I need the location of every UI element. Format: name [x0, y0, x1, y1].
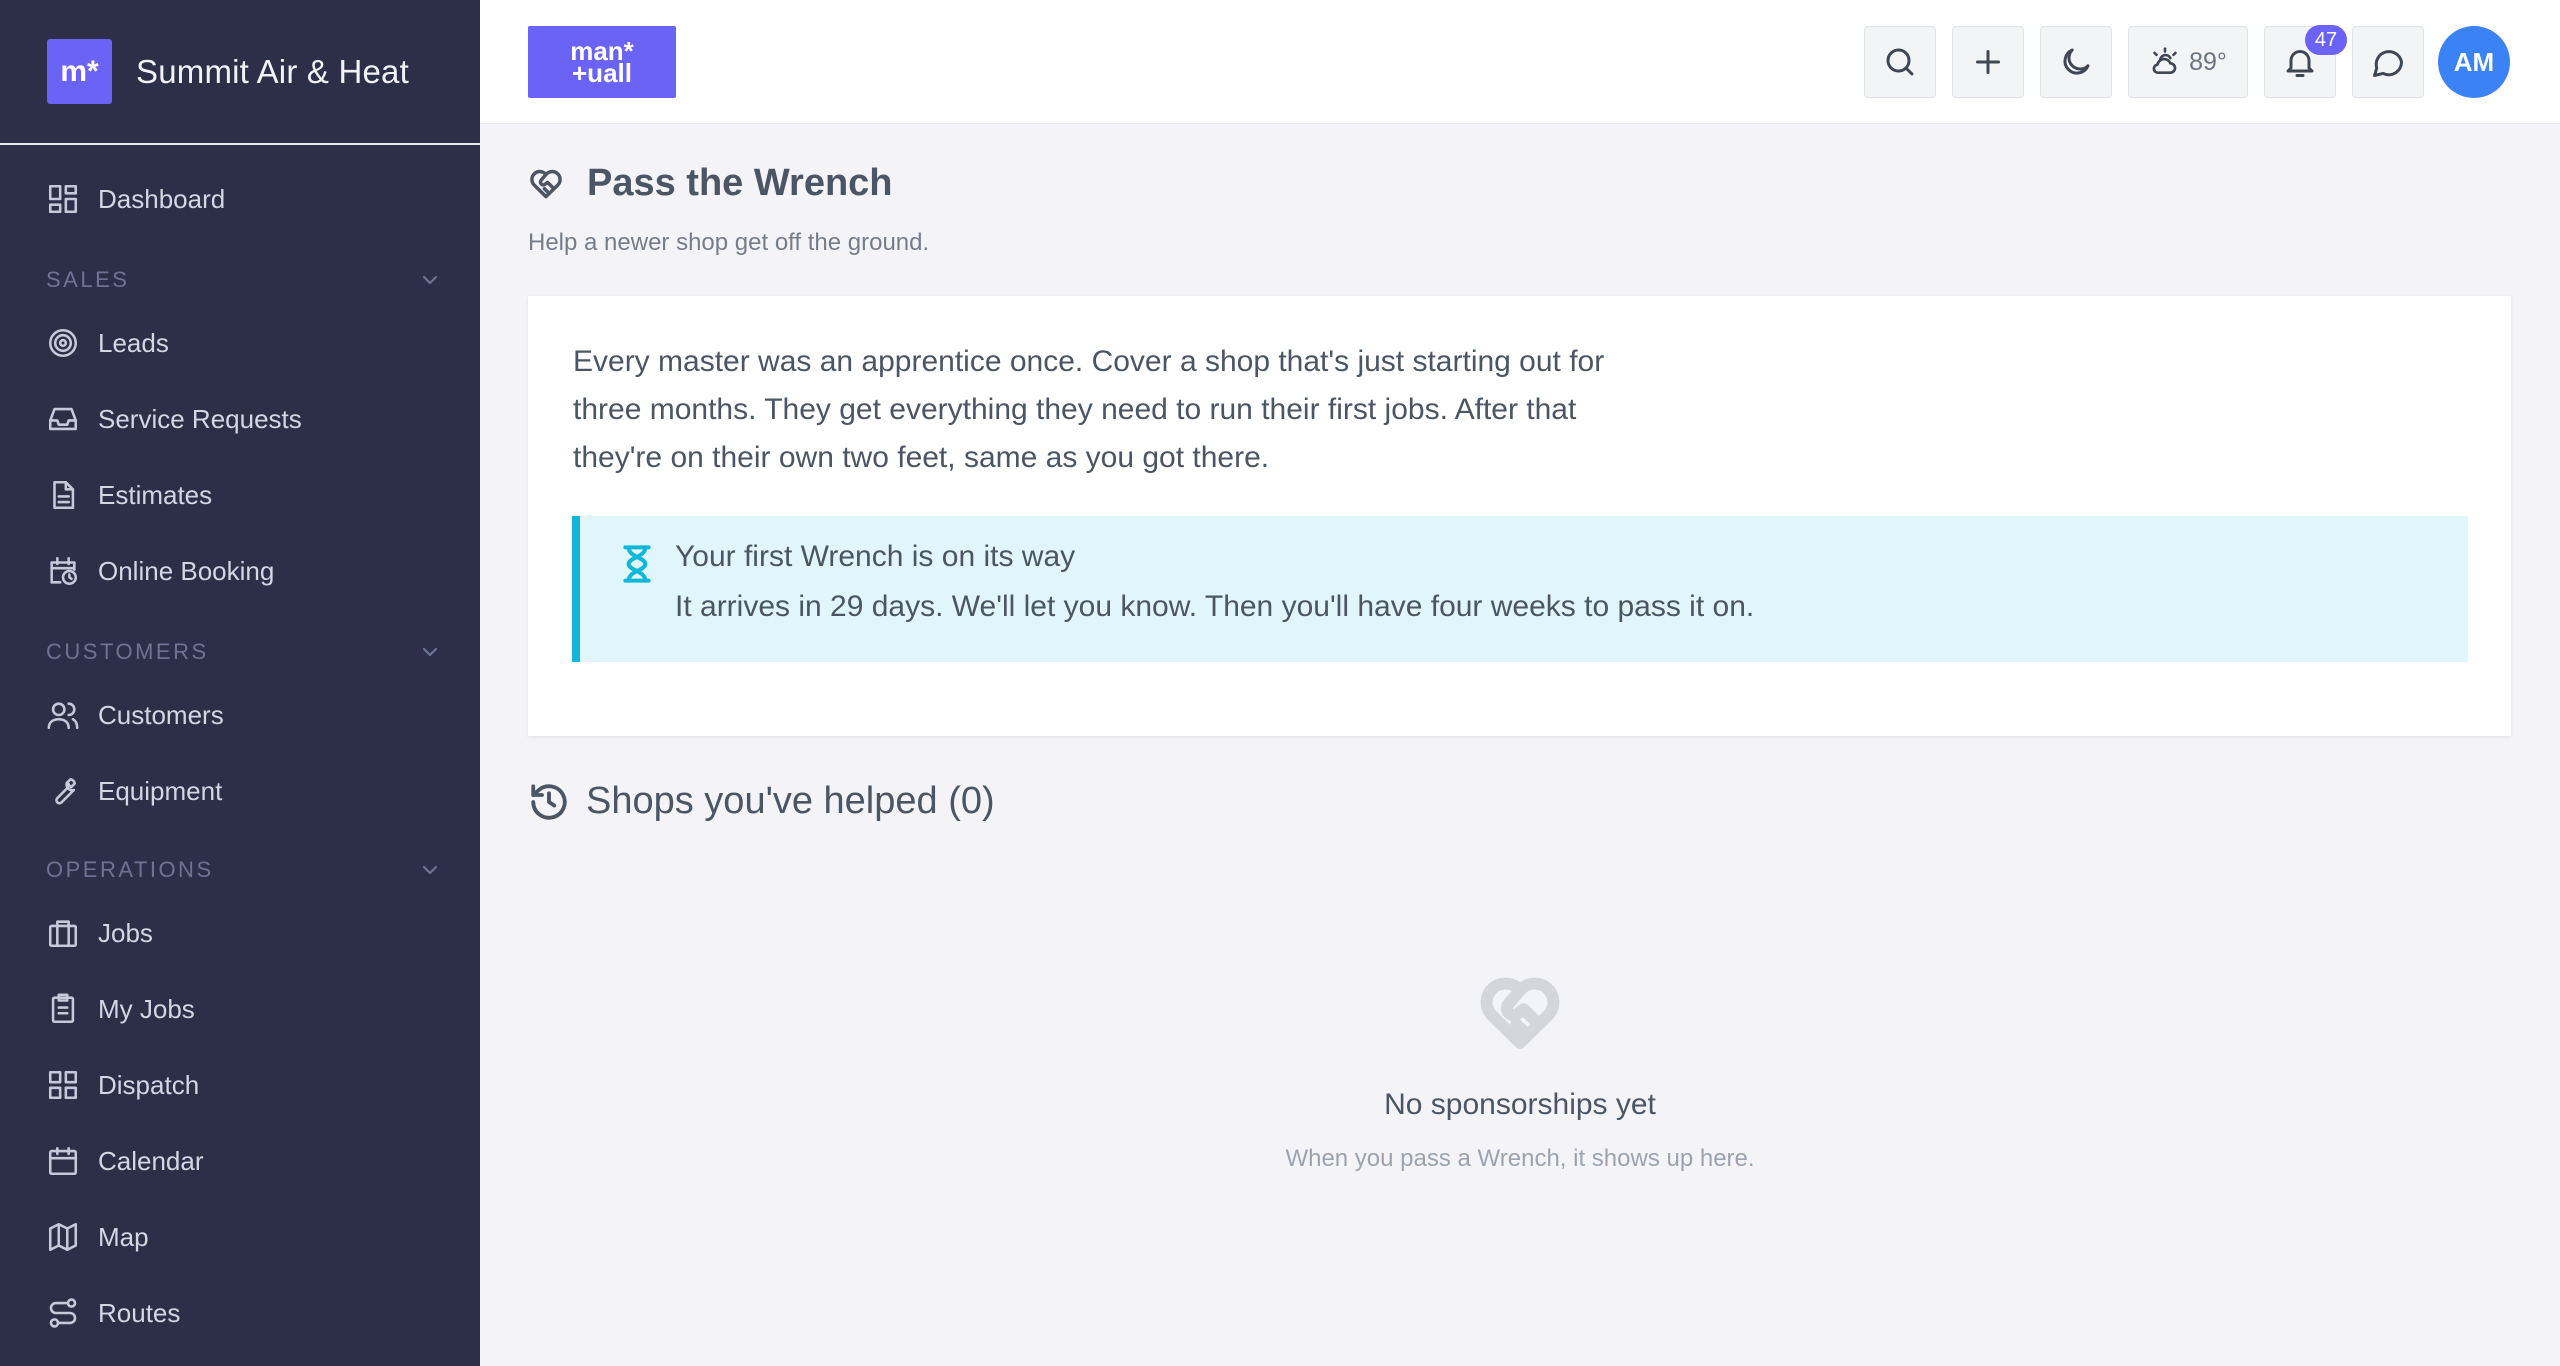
- grid-icon: [48, 1070, 78, 1100]
- sidebar-item-label: Map: [98, 1221, 149, 1252]
- page-title: Pass the Wrench: [587, 162, 893, 204]
- clipboard-icon: [51, 993, 75, 1024]
- calendar-clock-icon: [50, 556, 78, 586]
- dashboard-icon: [48, 184, 78, 214]
- sidebar-item-calendar[interactable]: Calendar: [46, 1131, 446, 1191]
- dark-mode-button[interactable]: [2040, 26, 2112, 98]
- sidebar: m* Summit Air & Heat Dashboard SALES Lea…: [0, 0, 480, 1366]
- sidebar-item-label: Service Requests: [98, 403, 302, 434]
- sidebar-item-estimates[interactable]: Estimates: [46, 465, 446, 525]
- avatar[interactable]: AM: [2438, 26, 2510, 98]
- sidebar-item-online-booking[interactable]: Online Booking: [46, 541, 446, 601]
- brand: m* Summit Air & Heat: [0, 0, 480, 145]
- page-subtitle: Help a newer shop get off the ground.: [528, 229, 930, 256]
- sidebar-item-dashboard[interactable]: Dashboard: [46, 169, 446, 229]
- sidebar-item-jobs[interactable]: Jobs: [46, 903, 446, 963]
- sidebar-item-label: Customers: [98, 699, 224, 730]
- section-operations[interactable]: OPERATIONS: [46, 850, 442, 890]
- weather-button[interactable]: 89°: [2128, 26, 2248, 98]
- route-icon: [49, 1298, 77, 1328]
- section-customers[interactable]: CUSTOMERS: [46, 632, 442, 672]
- weather-temperature: 89°: [2189, 47, 2227, 76]
- sidebar-item-label: Calendar: [98, 1145, 204, 1176]
- sidebar-item-label: Online Booking: [98, 555, 275, 586]
- moon-icon: [2063, 48, 2090, 75]
- topbar: man* +uall 89° 47: [480, 0, 2560, 124]
- section-sales[interactable]: SALES: [46, 260, 442, 300]
- sidebar-item-my-jobs[interactable]: My Jobs: [46, 979, 446, 1039]
- sidebar-item-dispatch[interactable]: Dispatch: [46, 1055, 446, 1115]
- alert-title: Your first Wrench is on its way: [675, 540, 1076, 573]
- partly-cloudy-icon: [2152, 47, 2177, 74]
- history-icon: [531, 783, 567, 820]
- chevron-down-icon: [422, 647, 438, 657]
- notifications-badge: 47: [2305, 25, 2347, 55]
- alert-text: It arrives in 29 days. We'll let you kno…: [675, 590, 1755, 623]
- section-label: SALES: [46, 267, 130, 292]
- messages-button[interactable]: [2352, 26, 2424, 98]
- empty-state-subtitle: When you pass a Wrench, it shows up here…: [1285, 1145, 1755, 1172]
- sidebar-item-label: Routes: [98, 1297, 181, 1328]
- app-logo-line2: +uall: [572, 58, 632, 88]
- chevron-down-icon: [422, 275, 438, 285]
- chat-bubble-icon: [2373, 50, 2403, 77]
- wrench-icon: [55, 777, 77, 805]
- page-header: Pass the Wrench: [527, 162, 893, 205]
- sidebar-item-customers[interactable]: Customers: [46, 685, 446, 745]
- sidebar-item-leads[interactable]: Leads: [46, 313, 446, 373]
- search-icon: [1886, 48, 1914, 76]
- helped-section-title: Shops you've helped (0): [586, 780, 995, 822]
- sidebar-item-label: Jobs: [98, 917, 153, 948]
- sidebar-item-label: Dispatch: [98, 1069, 200, 1100]
- heart-handshake-icon: [530, 169, 562, 198]
- wrench-card: Every master was an apprentice once. Cov…: [528, 296, 2511, 736]
- sidebar-item-equipment[interactable]: Equipment: [46, 761, 446, 821]
- intro-text: Every master was an apprentice once. Cov…: [573, 345, 1605, 474]
- empty-state-heart-icon: [1472, 968, 1568, 1058]
- briefcase-icon: [48, 920, 78, 948]
- users-icon: [47, 702, 79, 730]
- plus-icon: [1976, 50, 2000, 74]
- sidebar-item-label: Leads: [98, 327, 169, 358]
- sidebar-item-label: Equipment: [98, 775, 223, 806]
- section-label: CUSTOMERS: [46, 639, 209, 664]
- hourglass-icon: [623, 545, 651, 583]
- add-button[interactable]: [1952, 26, 2024, 98]
- document-icon: [53, 480, 75, 510]
- chevron-down-icon: [422, 865, 438, 875]
- notifications-button[interactable]: 47: [2264, 25, 2347, 98]
- sidebar-item-label: Dashboard: [98, 183, 226, 214]
- search-button[interactable]: [1864, 26, 1936, 98]
- sidebar-item-service-requests[interactable]: Service Requests: [46, 389, 446, 449]
- brand-name: Summit Air & Heat: [136, 52, 409, 90]
- empty-state-title: No sponsorships yet: [1384, 1088, 1656, 1121]
- helped-section-header: Shops you've helped (0): [528, 780, 995, 823]
- inbox-icon: [48, 407, 78, 431]
- sidebar-item-map[interactable]: Map: [46, 1207, 446, 1267]
- app-logo[interactable]: man* +uall: [528, 26, 676, 98]
- sidebar-item-label: My Jobs: [98, 993, 195, 1024]
- sidebar-item-label: Estimates: [98, 479, 213, 510]
- map-icon: [48, 1222, 78, 1252]
- section-label: OPERATIONS: [46, 857, 214, 882]
- brand-logo[interactable]: m*: [47, 39, 112, 104]
- target-icon: [48, 328, 78, 358]
- sidebar-item-routes[interactable]: Routes: [46, 1283, 446, 1343]
- wrench-status-alert: Your first Wrench is on its way It arriv…: [572, 516, 2468, 662]
- calendar-icon: [48, 1146, 78, 1176]
